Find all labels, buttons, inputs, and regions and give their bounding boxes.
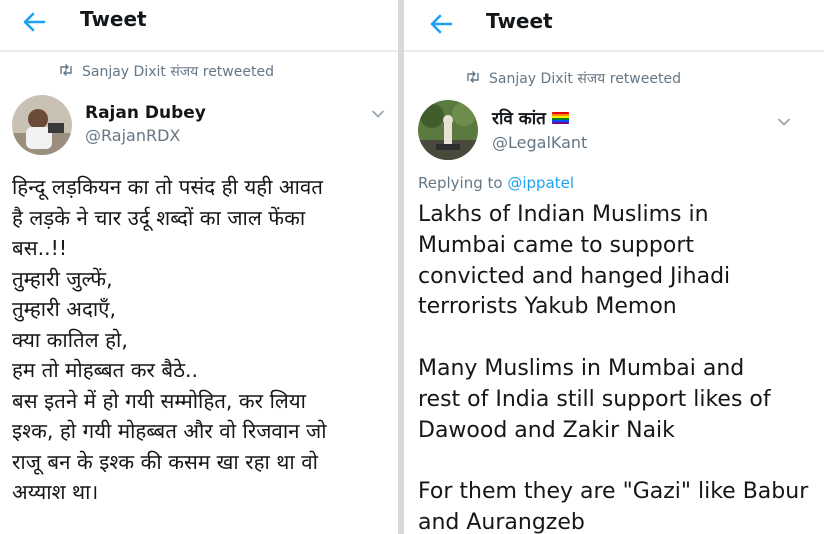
header-title: Tweet — [80, 7, 147, 31]
retweet-context[interactable]: Sanjay Dixit संजय retweeted — [465, 69, 681, 88]
tweet-header: Tweet — [0, 0, 398, 52]
rainbow-flag-icon — [551, 111, 569, 124]
user-handle[interactable]: @RajanRDX — [85, 126, 180, 145]
arrow-left-icon[interactable] — [20, 8, 48, 36]
replying-prefix: Replying to — [418, 174, 508, 192]
tweet-text: हिन्दू लड़कियन का तो पसंद ही यही आवत है … — [12, 175, 327, 504]
user-name[interactable]: रवि कांत — [492, 106, 569, 129]
retweet-text: Sanjay Dixit संजय retweeted — [489, 71, 681, 87]
tweet-text: Lakhs of Indian Muslims in Mumbai came t… — [418, 202, 809, 534]
chevron-down-icon[interactable] — [371, 104, 385, 118]
screenshot-composite: Tweet Sanjay Dixit संजय retweeted Rajan … — [0, 0, 824, 534]
user-name[interactable]: Rajan Dubey — [85, 103, 206, 123]
header-title: Tweet — [486, 9, 553, 33]
arrow-left-icon[interactable] — [427, 10, 455, 38]
mention-link[interactable]: @ippatel — [507, 174, 574, 192]
avatar[interactable] — [418, 100, 478, 160]
retweet-icon — [58, 63, 82, 80]
retweet-context[interactable]: Sanjay Dixit संजय retweeted — [58, 62, 274, 81]
retweet-text: Sanjay Dixit संजय retweeted — [82, 64, 274, 80]
tweet-panel-left: Tweet Sanjay Dixit संजय retweeted Rajan … — [0, 0, 398, 534]
chevron-down-icon[interactable] — [777, 112, 791, 126]
avatar[interactable] — [12, 95, 72, 155]
user-handle[interactable]: @LegalKant — [492, 133, 587, 152]
tweet-header: Tweet — [404, 0, 824, 52]
tweet-panel-right: Tweet Sanjay Dixit संजय retweeted रवि का… — [404, 0, 824, 534]
retweet-icon — [465, 70, 489, 87]
user-name-text: रवि कांत — [492, 109, 546, 129]
replying-to: Replying to @ippatel — [418, 174, 574, 192]
